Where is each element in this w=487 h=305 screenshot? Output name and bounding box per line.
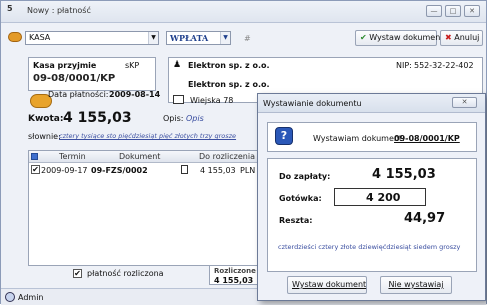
register-combo-value: KASA [29,33,51,42]
minimize-icon[interactable]: — [426,5,442,17]
issue-document-label: Wystaw dokument [369,33,444,42]
hash-label: # [244,34,251,43]
description-value[interactable]: Opis [186,114,204,123]
dialog-message-prefix: Wystawiam dokument: [313,134,405,143]
dont-issue-button[interactable]: Nie wystawiaj [380,276,452,294]
nip-label: NIP: [396,61,412,70]
row-waluta: PLN [240,166,256,175]
cancel-label: Anuluj [454,33,480,42]
close-icon: ✖ [445,33,452,42]
column-header-termin[interactable]: Termin [59,152,86,161]
title-bar: 5 Nowy : płatność — □ ✕ [1,1,486,23]
dialog-message-panel: ? Wystawiam dokument: 09-08/0001/KP [267,122,477,152]
receipt-header-panel: Kasa przyjmie sKP 09-08/0001/KP [28,57,156,91]
row-checkbox[interactable]: ✔ [31,165,40,174]
grid-footer: Rozliczone 4 155,03 [209,265,259,285]
amount-in-words: cztery tysiące sto pięćdziesiąt pięć zło… [59,132,237,140]
window-title: Nowy : płatność [27,6,91,15]
grid-header: Termin Dokument Do rozliczenia [29,151,267,163]
document-icon[interactable] [181,165,188,174]
grid-footer-label: Rozliczone [214,267,256,275]
street-value: Wiejska 78 [190,96,234,105]
grid-footer-value: 4 155,03 [214,276,254,285]
cash-label: Gotówka: [279,194,322,203]
question-icon: ? [275,127,293,145]
issue-document-dialog-button[interactable]: Wystaw dokument [287,276,367,294]
row-dokument: 09-FZS/0002 [91,166,148,175]
to-pay-value: 4 155,03 [372,167,436,182]
user-icon [5,292,15,302]
change-value: 44,97 [404,211,446,226]
cash-register-icon [8,32,22,42]
app-icon: 5 [7,4,13,13]
type-combo-value: WPŁATA [170,33,209,43]
register-combo[interactable]: KASA ▼ [25,31,159,45]
type-combo[interactable]: WPŁATA ▼ [166,31,231,45]
dialog-amounts-panel: Do zapłaty: 4 155,03 Gotówka: 4 200 Resz… [267,158,477,272]
payment-date-label: Data płatności: [48,90,109,99]
table-row[interactable]: ✔ 2009-09-17 09-FZS/0002 4 155,03 PLN [29,164,267,176]
issue-document-dialog-label: Wystaw dokument [292,280,367,289]
row-termin: 2009-09-17 [41,166,88,175]
select-all-icon[interactable] [31,153,38,160]
cash-input[interactable]: 4 200 [334,188,426,206]
cancel-button[interactable]: ✖ Anuluj [440,30,483,46]
settlements-grid: Termin Dokument Do rozliczenia ✔ 2009-09… [28,150,268,266]
row-kwota: 4 155,03 [200,166,236,175]
cash-value: 4 200 [366,191,401,204]
payment-date-value[interactable]: 2009-08-14 [109,90,160,99]
contractor-name[interactable]: Elektron sp. z o.o. [188,61,270,70]
receipt-number: 09-08/0001/KP [33,73,116,84]
amount-label: Kwota: [28,114,64,124]
dialog-title-bar: Wystawianie dokumentu ✕ [258,94,485,113]
contractor-name-2: Elektron sp. z o.o. [188,80,270,89]
column-header-dokument[interactable]: Dokument [119,152,160,161]
address-icon [173,95,184,104]
chevron-down-icon[interactable]: ▼ [148,32,158,44]
settled-checkbox-label: płatność rozliczona [87,269,164,278]
dialog-title: Wystawianie dokumentu [263,99,362,108]
person-icon: ♟ [173,60,182,70]
maximize-icon[interactable]: □ [445,5,461,17]
amount-value[interactable]: 4 155,03 [63,110,132,126]
nip-value: 552-32-22-402 [414,61,474,70]
in-words-label: słownie: [28,132,61,141]
to-pay-label: Do zapłaty: [279,172,331,181]
receipt-doc-type: sKP [125,61,140,70]
settled-checkbox[interactable]: ✔ [73,269,82,278]
issue-document-dialog: Wystawianie dokumentu ✕ ? Wystawiam doku… [257,93,486,301]
receipt-kind-label: Kasa przyjmie [33,61,97,70]
dont-issue-label: Nie wystawiaj [388,280,444,289]
close-icon[interactable]: ✕ [452,97,477,108]
change-in-words: czterdzieści cztery złote dziewięćdziesi… [278,243,461,251]
change-label: Reszta: [279,216,313,225]
status-user: Admin [18,293,44,302]
dialog-document-number: 09-08/0001/KP [394,134,460,143]
description-label: Opis: [163,114,184,123]
issue-document-button[interactable]: ✔ Wystaw dokument [355,30,443,46]
chevron-down-icon[interactable]: ▼ [220,32,230,44]
toolbar: KASA ▼ WPŁATA ▼ # ✔ Wystaw dokument ✖ An… [1,23,486,53]
close-icon[interactable]: ✕ [464,5,480,17]
column-header-do-rozliczenia[interactable]: Do rozliczenia [199,152,255,161]
checkmark-icon: ✔ [360,33,367,42]
